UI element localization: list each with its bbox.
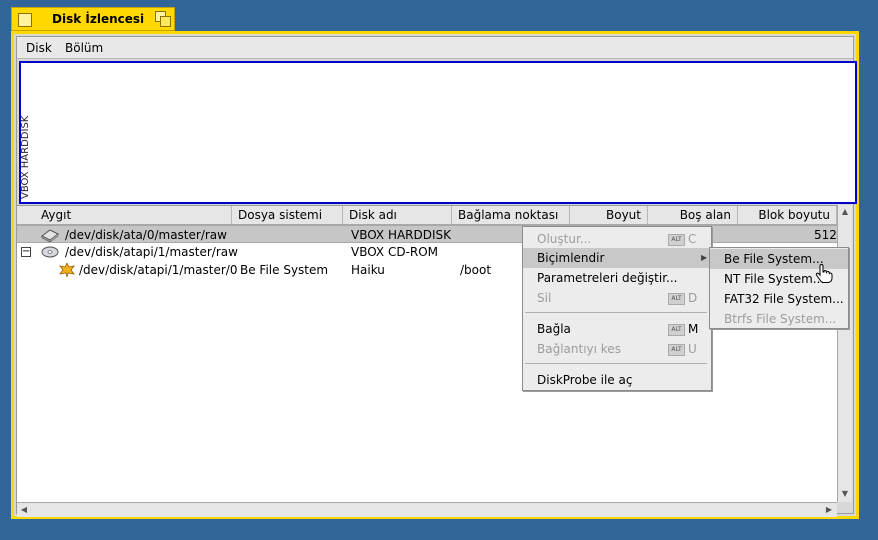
scroll-right-icon[interactable]: ▶ bbox=[823, 504, 835, 516]
menubar: Disk Bölüm bbox=[17, 37, 853, 59]
submenu-arrow-icon: ▶ bbox=[701, 253, 708, 262]
cell-filesystem: Be File System bbox=[240, 263, 329, 277]
col-filesystem[interactable]: Dosya sistemi bbox=[232, 206, 343, 224]
menu-separator bbox=[525, 363, 707, 364]
menu-item-diskprobe[interactable]: DiskProbe ile aç bbox=[523, 370, 711, 390]
context-menu: Oluştur... ALT C Biçimlendir ▶ Parametre… bbox=[522, 226, 712, 391]
cell-diskname: Haiku bbox=[351, 263, 385, 277]
haiku-leaf-icon bbox=[59, 262, 75, 282]
menu-item-fat32[interactable]: FAT32 File System... bbox=[710, 289, 848, 309]
cell-device: /dev/disk/atapi/1/master/raw bbox=[65, 245, 238, 259]
disk-map-label: VBOX HARDDISK bbox=[20, 115, 31, 199]
table-row[interactable]: /dev/disk/ata/0/master/raw VBOX HARDDISK… bbox=[17, 225, 837, 243]
menu-partition[interactable]: Bölüm bbox=[65, 41, 103, 55]
scroll-left-icon[interactable]: ◀ bbox=[18, 504, 30, 516]
col-mountpoint[interactable]: Bağlama noktası bbox=[452, 206, 570, 224]
zoom-button[interactable] bbox=[155, 11, 171, 27]
window-tab[interactable]: Disk İzlencesi bbox=[11, 7, 175, 31]
window-title: Disk İzlencesi bbox=[52, 12, 145, 26]
menu-item-create[interactable]: Oluştur... ALT C bbox=[523, 229, 711, 249]
cell-device: /dev/disk/ata/0/master/raw bbox=[65, 228, 227, 242]
scroll-up-icon[interactable]: ▲ bbox=[839, 206, 851, 218]
cell-diskname: VBOX CD-ROM bbox=[351, 245, 439, 259]
scroll-down-icon[interactable]: ▼ bbox=[839, 488, 851, 500]
menu-item-change-parameters[interactable]: Parametreleri değiştir... bbox=[523, 268, 711, 288]
format-submenu: Be File System... NT File System... FAT3… bbox=[709, 247, 849, 329]
menu-item-unmount[interactable]: Bağlantıyı kes ALT U bbox=[523, 339, 711, 359]
col-blocksize[interactable]: Blok boyutu bbox=[738, 206, 837, 224]
menu-item-delete[interactable]: Sil ALT D bbox=[523, 288, 711, 308]
cell-diskname: VBOX HARDDISK bbox=[351, 228, 452, 242]
close-button[interactable] bbox=[18, 13, 32, 27]
cell-mountpoint: /boot bbox=[460, 263, 492, 277]
col-size[interactable]: Boyut bbox=[570, 206, 648, 224]
menu-separator bbox=[525, 312, 707, 313]
cell-device: /dev/disk/atapi/1/master/0 bbox=[79, 263, 238, 277]
col-device[interactable]: Aygıt bbox=[17, 206, 232, 224]
zoom-icon-front bbox=[160, 16, 171, 27]
collapse-toggle[interactable]: − bbox=[21, 247, 31, 257]
menu-item-format[interactable]: Biçimlendir ▶ bbox=[523, 248, 711, 268]
col-diskname[interactable]: Disk adı bbox=[343, 206, 452, 224]
disk-map[interactable]: VBOX HARDDISK bbox=[19, 61, 857, 204]
menu-item-btrfs[interactable]: Btrfs File System... bbox=[710, 309, 848, 329]
menu-item-mount[interactable]: Bağla ALT M bbox=[523, 319, 711, 339]
hand-cursor-icon bbox=[814, 263, 834, 287]
col-free[interactable]: Boş alan bbox=[648, 206, 738, 224]
cell-blocksize: 512 bbox=[814, 228, 837, 242]
horizontal-scrollbar[interactable]: ◀ ▶ bbox=[17, 502, 837, 517]
menu-disk[interactable]: Disk bbox=[26, 41, 52, 55]
list-header: Aygıt Dosya sistemi Disk adı Bağlama nok… bbox=[17, 206, 837, 225]
